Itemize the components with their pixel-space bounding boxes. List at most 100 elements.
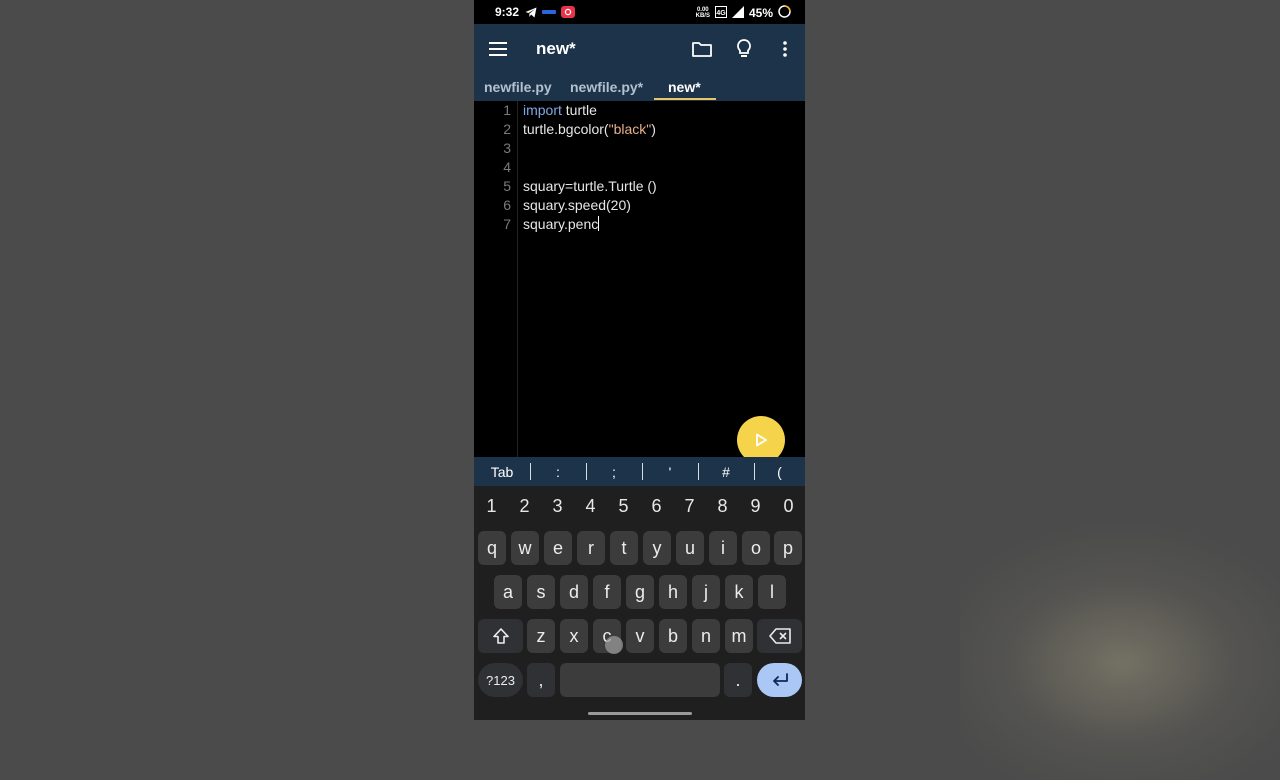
- tab-newfile-py-modified[interactable]: newfile.py*: [570, 79, 643, 95]
- lte-icon: 4G: [714, 5, 727, 21]
- shift-key[interactable]: [478, 619, 523, 653]
- key-3[interactable]: 3: [541, 486, 574, 526]
- key-s[interactable]: s: [527, 575, 555, 609]
- soft-keyboard: 1 2 3 4 5 6 7 8 9 0 q w e r t y u i o p …: [474, 486, 805, 720]
- key-1[interactable]: 1: [475, 486, 508, 526]
- key-7[interactable]: 7: [673, 486, 706, 526]
- string-token: "black": [608, 121, 652, 137]
- key-y[interactable]: y: [643, 531, 671, 565]
- net-speed: 0.00 KB/S: [695, 7, 710, 19]
- enter-key[interactable]: [757, 663, 802, 697]
- code-editor[interactable]: 1 import turtle 2 turtle.bgcolor("black"…: [474, 101, 805, 457]
- symbol-key-paren[interactable]: (: [754, 457, 805, 486]
- key-h[interactable]: h: [659, 575, 687, 609]
- key-6[interactable]: 6: [640, 486, 673, 526]
- status-time: 9:32: [495, 5, 520, 19]
- app-bar: new*: [474, 24, 805, 74]
- home-indicator[interactable]: [588, 712, 692, 715]
- code-line: 1 import turtle: [474, 102, 805, 121]
- symbol-key-colon[interactable]: :: [530, 457, 586, 486]
- key-0[interactable]: 0: [772, 486, 805, 526]
- folder-icon[interactable]: [691, 38, 713, 60]
- symbol-key-tab[interactable]: Tab: [474, 457, 530, 486]
- tab-newfile-py[interactable]: newfile.py: [484, 79, 552, 95]
- period-key[interactable]: .: [724, 663, 752, 697]
- key-4[interactable]: 4: [574, 486, 607, 526]
- enter-icon: [771, 673, 789, 687]
- key-q[interactable]: q: [478, 531, 506, 565]
- comma-key[interactable]: ,: [527, 663, 555, 697]
- code-line: 6 squary.speed(20): [474, 197, 805, 216]
- key-l[interactable]: l: [758, 575, 786, 609]
- code-token: ): [651, 121, 656, 137]
- code-text: squary.speed(20): [523, 197, 631, 213]
- line-number: 1: [503, 102, 511, 118]
- status-right: 0.00 KB/S 4G 45%: [696, 5, 791, 21]
- key-f[interactable]: f: [593, 575, 621, 609]
- code-line: 2 turtle.bgcolor("black"): [474, 121, 805, 140]
- symbol-key-hash[interactable]: #: [698, 457, 754, 486]
- symbol-key-quote[interactable]: ': [642, 457, 698, 486]
- telegram-icon: [525, 6, 537, 18]
- code-line: 3: [474, 140, 805, 159]
- screen-recorder-icon: [561, 6, 575, 18]
- key-w[interactable]: w: [511, 531, 539, 565]
- key-e[interactable]: e: [544, 531, 572, 565]
- key-b[interactable]: b: [659, 619, 687, 653]
- code-text: import turtle: [523, 102, 597, 118]
- phone-screen: 9:32 0.00 KB/S 4G 45% new* newfile.py ne…: [474, 0, 805, 720]
- key-r[interactable]: r: [577, 531, 605, 565]
- key-2[interactable]: 2: [508, 486, 541, 526]
- key-u[interactable]: u: [676, 531, 704, 565]
- code-token: squary.penc: [523, 216, 599, 232]
- key-5[interactable]: 5: [607, 486, 640, 526]
- document-title: new*: [536, 39, 576, 58]
- symbol-key-semicolon[interactable]: ;: [586, 457, 642, 486]
- shift-icon: [492, 627, 510, 645]
- battery-saver-icon: [778, 5, 791, 21]
- background-glow: [960, 520, 1280, 780]
- symbols-key[interactable]: ?123: [478, 663, 523, 697]
- code-token: turtle: [561, 102, 597, 118]
- battery-level: 45%: [748, 6, 773, 20]
- lightbulb-icon[interactable]: [733, 38, 755, 60]
- key-a[interactable]: a: [494, 575, 522, 609]
- key-m[interactable]: m: [725, 619, 753, 653]
- code-text: squary.penc: [523, 216, 600, 232]
- key-x[interactable]: x: [560, 619, 588, 653]
- key-o[interactable]: o: [742, 531, 770, 565]
- line-number: 7: [503, 216, 511, 232]
- space-key[interactable]: [560, 663, 720, 697]
- code-text: squary=turtle.Turtle (): [523, 178, 657, 194]
- key-v[interactable]: v: [626, 619, 654, 653]
- menu-icon[interactable]: [487, 38, 509, 60]
- tab-new[interactable]: new*: [668, 79, 701, 95]
- key-8[interactable]: 8: [706, 486, 739, 526]
- key-j[interactable]: j: [692, 575, 720, 609]
- code-token: turtle.bgcolor(: [523, 121, 609, 137]
- key-k[interactable]: k: [725, 575, 753, 609]
- key-g[interactable]: g: [626, 575, 654, 609]
- file-tabs: newfile.py newfile.py* new*: [474, 74, 805, 101]
- key-p[interactable]: p: [774, 531, 802, 565]
- key-d[interactable]: d: [560, 575, 588, 609]
- code-line: 7 squary.penc: [474, 216, 805, 235]
- key-9[interactable]: 9: [739, 486, 772, 526]
- signal-icon: [731, 5, 744, 21]
- active-tab-indicator: [654, 98, 716, 100]
- more-vert-icon[interactable]: [774, 38, 796, 60]
- text-cursor: [598, 216, 600, 231]
- touch-indicator: [605, 636, 623, 654]
- app-notification-icon: [542, 6, 556, 18]
- line-number: 2: [503, 121, 511, 137]
- key-t[interactable]: t: [610, 531, 638, 565]
- number-row: 1 2 3 4 5 6 7 8 9 0: [474, 486, 805, 526]
- key-n[interactable]: n: [692, 619, 720, 653]
- line-number: 4: [503, 159, 511, 175]
- key-i[interactable]: i: [709, 531, 737, 565]
- line-number: 5: [503, 178, 511, 194]
- status-bar: 9:32 0.00 KB/S 4G 45%: [474, 0, 805, 24]
- code-text: turtle.bgcolor("black"): [523, 121, 656, 137]
- backspace-key[interactable]: [757, 619, 802, 653]
- key-z[interactable]: z: [527, 619, 555, 653]
